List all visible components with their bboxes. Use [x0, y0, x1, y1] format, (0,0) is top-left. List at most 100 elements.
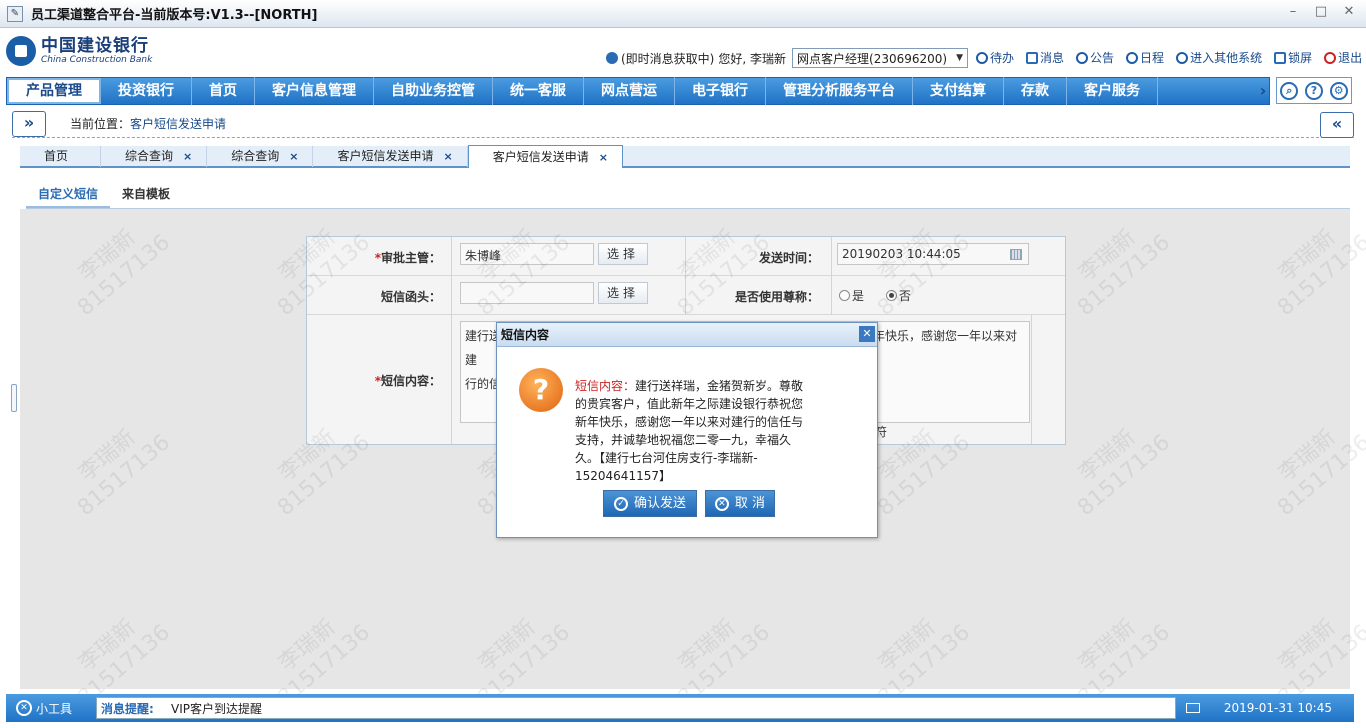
close-icon[interactable]: ×: [183, 146, 192, 167]
nav-e-banking[interactable]: 电子银行: [675, 77, 766, 105]
role-select[interactable]: 网点客户经理(230696200) ▼: [792, 48, 969, 68]
close-icon[interactable]: ×: [444, 146, 453, 167]
subtab-from-template[interactable]: 来自模板: [110, 183, 182, 208]
dialog-message: 短信内容：建行送祥瑞，金猪贺新岁。尊敬 的贵宾客户，值此新年之际建设银行恭祝您 …: [575, 379, 804, 483]
close-icon[interactable]: ×: [289, 146, 298, 167]
nav-home[interactable]: 首页: [192, 77, 255, 105]
splitter-handle[interactable]: [11, 384, 17, 412]
user-info: (即时消息获取中) 您好, 李瑞新 网点客户经理(230696200) ▼: [606, 48, 969, 68]
calendar-icon[interactable]: [1010, 249, 1022, 260]
nav-customer-service-center[interactable]: 统一客服: [493, 77, 584, 105]
close-icon[interactable]: ×: [599, 147, 608, 168]
tab-bar: 首页 综合查询 × 综合查询 × 客户短信发送申请 × 客户短信发送申请 ×: [20, 145, 1350, 168]
announcement-link[interactable]: 公告: [1076, 49, 1114, 66]
nav-tools: ⌕ ? ⚙: [1276, 77, 1352, 104]
confirm-send-button[interactable]: ✓ 确认发送: [603, 490, 697, 517]
select-approver-button[interactable]: 选择: [598, 243, 648, 265]
ccb-logo-icon: [6, 36, 36, 66]
sms-header-input[interactable]: [460, 282, 594, 304]
message-ticker-label: 消息提醒:: [101, 701, 154, 716]
status-bar: ✕ 小工具 消息提醒: VIP客户到达提醒 2019-01-31 10:45: [6, 694, 1354, 722]
help-icon[interactable]: ?: [1304, 81, 1323, 100]
use-honorific-label: 是否使用尊称：: [734, 290, 819, 304]
logout-icon: [1324, 51, 1337, 64]
nav-analytics-platform[interactable]: 管理分析服务平台: [766, 77, 913, 105]
breadcrumb-label: 当前位置：: [70, 117, 131, 131]
message-icon: [1026, 51, 1039, 64]
honorific-no-radio[interactable]: 否: [885, 289, 911, 303]
nav-investment-banking[interactable]: 投资银行: [101, 77, 192, 105]
search-icon[interactable]: ⌕: [1280, 81, 1299, 100]
cancel-button[interactable]: ✕ 取 消: [705, 490, 775, 517]
todo-link[interactable]: 待办: [976, 49, 1014, 66]
dialog-close-button[interactable]: ✕: [859, 326, 875, 342]
breadcrumb-current[interactable]: 客户短信发送申请: [130, 117, 226, 131]
greeting: 您好, 李瑞新: [718, 51, 787, 66]
dialog-title: 短信内容: [497, 323, 877, 347]
nav-payment-settlement[interactable]: 支付结算: [913, 77, 1004, 105]
dialog-message-label: 短信内容：: [575, 379, 636, 393]
status-clock: 2019-01-31 10:45: [1223, 701, 1332, 715]
tab-sms-request-2[interactable]: 客户短信发送申请 ×: [467, 145, 623, 168]
nav-self-service[interactable]: 自助业务控管: [374, 77, 493, 105]
sms-confirm-dialog: 短信内容 ✕ ? 短信内容：建行送祥瑞，金猪贺新岁。尊敬 的贵宾客户，值此新年之…: [496, 322, 878, 538]
select-header-button[interactable]: 选择: [598, 282, 648, 304]
chevron-down-icon: ▼: [956, 53, 964, 63]
message-ticker-text: VIP客户到达提醒: [171, 701, 262, 716]
mail-icon[interactable]: [1186, 703, 1200, 713]
approver-input[interactable]: 朱博峰: [460, 243, 594, 265]
app-window: ✎ 员工渠道整合平台-当前版本号:V1.3--[NORTH] – □ ✕ 中国建…: [0, 0, 1366, 728]
question-icon: ?: [519, 368, 563, 412]
logout-link[interactable]: 退出: [1324, 49, 1362, 66]
nav-next-button[interactable]: ›: [1256, 77, 1270, 105]
wrench-icon: ✕: [16, 700, 32, 716]
collapse-panel-button[interactable]: «: [1320, 112, 1354, 138]
bank-name-en: China Construction Bank: [41, 55, 153, 65]
window-title: 员工渠道整合平台-当前版本号:V1.3--[NORTH]: [31, 8, 318, 23]
bank-name-cn: 中国建设银行: [41, 36, 149, 56]
maximize-button[interactable]: □: [1310, 3, 1332, 21]
sms-header-label: 短信函头：: [380, 290, 441, 304]
todo-icon: [976, 51, 988, 64]
breadcrumb: » 当前位置：客户短信发送申请 «: [12, 110, 1354, 138]
lock-screen-link[interactable]: 锁屏: [1274, 49, 1312, 66]
bank-logo: 中国建设银行 China Construction Bank: [6, 36, 152, 66]
nav-customer-service[interactable]: 客户服务: [1067, 77, 1158, 105]
main-nav: 产品管理 投资银行 首页 客户信息管理 自助业务控管 统一客服 网点营运 电子银…: [6, 77, 1270, 105]
user-icon: [606, 52, 618, 64]
other-systems-link[interactable]: 进入其他系统: [1176, 49, 1262, 66]
tab-query-2[interactable]: 综合查询 ×: [207, 146, 314, 167]
tools-label: 小工具: [36, 701, 73, 716]
send-time-input[interactable]: 20190203 10:44:05: [837, 243, 1029, 265]
nav-branch-operations[interactable]: 网点营运: [584, 77, 675, 105]
schedule-link[interactable]: 日程: [1126, 49, 1164, 66]
title-bar: ✎ 员工渠道整合平台-当前版本号:V1.3--[NORTH] – □ ✕: [0, 0, 1366, 28]
announcement-icon: [1076, 51, 1089, 64]
minimize-button[interactable]: –: [1282, 3, 1304, 21]
tab-query-1[interactable]: 综合查询 ×: [101, 146, 208, 167]
gear-icon[interactable]: ⚙: [1329, 81, 1348, 100]
header: 中国建设银行 China Construction Bank (即时消息获取中)…: [0, 28, 1366, 76]
honorific-yes-radio[interactable]: 是: [839, 289, 864, 303]
close-window-button[interactable]: ✕: [1338, 3, 1360, 21]
other-systems-icon: [1176, 51, 1189, 64]
nav-product-management[interactable]: 产品管理: [7, 78, 101, 104]
sms-content-label: 短信内容：: [380, 374, 441, 388]
send-time-label: 发送时间：: [758, 251, 819, 265]
lock-icon: [1274, 51, 1287, 64]
subtab-custom-sms[interactable]: 自定义短信: [26, 183, 111, 208]
expand-sidebar-button[interactable]: »: [12, 110, 46, 137]
top-links: 待办 消息 公告 日程 进入其他系统 锁屏 退出: [976, 49, 1362, 66]
sub-tabs: 自定义短信 来自模板: [26, 183, 1350, 209]
nav-deposits[interactable]: 存款: [1004, 77, 1067, 105]
nav-customer-info[interactable]: 客户信息管理: [255, 77, 374, 105]
tools-button[interactable]: ✕ 小工具: [16, 700, 92, 717]
tab-sms-request-1[interactable]: 客户短信发送申请 ×: [313, 146, 468, 167]
check-icon: ✓: [613, 496, 628, 511]
tab-home[interactable]: 首页: [20, 146, 102, 167]
cancel-icon: ✕: [714, 496, 729, 511]
app-icon: ✎: [7, 5, 23, 22]
message-ticker[interactable]: 消息提醒: VIP客户到达提醒: [96, 697, 1176, 719]
role-select-value: 网点客户经理(230696200): [797, 51, 948, 66]
message-link[interactable]: 消息: [1026, 49, 1064, 66]
